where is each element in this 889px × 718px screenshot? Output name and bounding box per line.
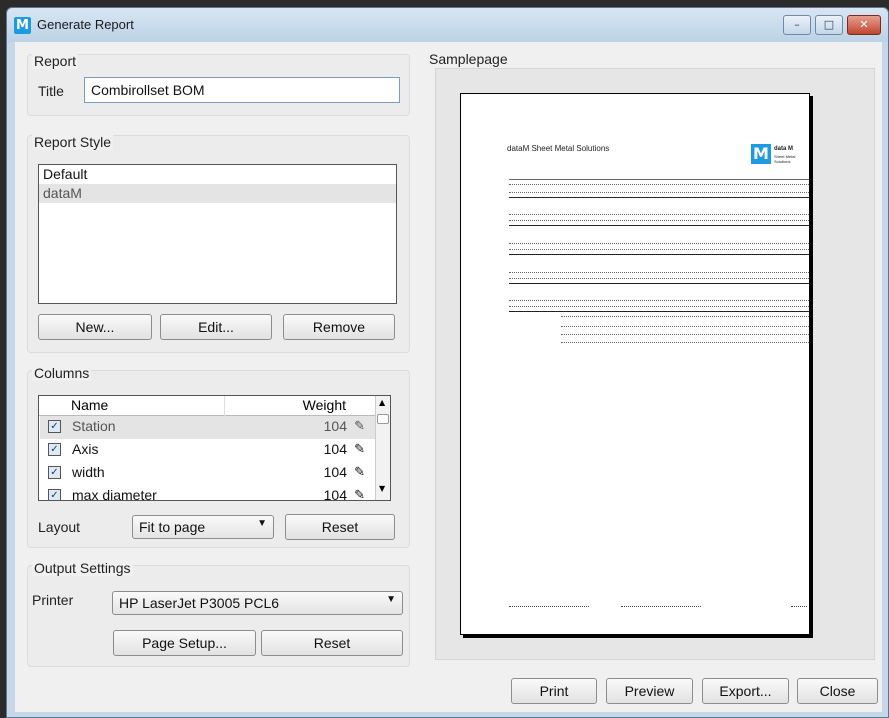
sample-row — [509, 184, 809, 188]
dialog-body: Report Title Combirollset BOM Report Sty… — [15, 42, 882, 712]
sample-row — [509, 220, 809, 224]
columns-scrollbar[interactable]: ▲ ▼ — [375, 396, 390, 500]
edit-style-button[interactable]: Edit... — [160, 314, 272, 340]
sample-logo-sub: Sheet Metal Solutions — [774, 154, 796, 164]
export-button[interactable]: Export... — [702, 678, 789, 704]
layout-select[interactable]: Fit to page ▼ — [132, 515, 274, 539]
column-name: Station — [72, 418, 116, 434]
column-checkbox[interactable]: ✓ — [48, 489, 61, 500]
samplepage-title: Samplepage — [429, 51, 508, 67]
column-weight: 104 — [323, 487, 347, 501]
sample-row — [509, 300, 809, 304]
sample-row — [509, 214, 809, 218]
preview-button[interactable]: Preview — [606, 678, 693, 704]
column-weight: 104 — [323, 464, 347, 480]
printer-select[interactable]: HP LaserJet P3005 PCL6 ▼ — [112, 591, 403, 615]
column-name: width — [72, 464, 105, 480]
sample-rule — [509, 283, 809, 284]
print-button[interactable]: Print — [511, 678, 597, 704]
chevron-down-icon: ▼ — [257, 518, 267, 529]
report-group: Report Title Combirollset BOM — [27, 53, 410, 116]
sample-row — [509, 278, 809, 282]
columns-header: Name Weight — [39, 396, 376, 416]
sample-row — [509, 243, 809, 247]
report-style-list[interactable]: Default dataM — [38, 164, 397, 304]
sample-row — [509, 306, 809, 310]
sample-rule — [509, 197, 809, 198]
remove-style-button[interactable]: Remove — [283, 314, 395, 340]
sample-footer-left — [509, 606, 589, 609]
column-row[interactable]: ✓ Axis 104 ✎ — [40, 439, 377, 462]
printer-reset-button[interactable]: Reset — [261, 630, 403, 656]
sample-page-area: dataM Sheet Metal Solutions M data M She… — [435, 68, 875, 660]
edit-pencil-icon[interactable]: ✎ — [354, 441, 365, 457]
layout-reset-button[interactable]: Reset — [285, 514, 395, 540]
sample-logo-icon: M — [751, 144, 771, 164]
column-name: Axis — [72, 441, 99, 457]
output-settings-group: Output Settings Printer HP LaserJet P300… — [27, 560, 410, 667]
sample-row — [561, 316, 809, 320]
printer-label: Printer — [32, 592, 74, 608]
title-input[interactable]: Combirollset BOM — [84, 77, 400, 103]
app-logo-icon: M — [14, 17, 31, 34]
sample-logo-text: data M — [774, 146, 794, 152]
sample-header-rule — [509, 179, 809, 180]
new-style-button[interactable]: New... — [38, 314, 152, 340]
title-bar[interactable]: M Generate Report – □ ✕ — [7, 8, 888, 42]
column-checkbox[interactable]: ✓ — [48, 466, 61, 479]
title-label: Title — [38, 83, 64, 99]
scroll-down-icon[interactable]: ▼ — [379, 484, 385, 493]
close-window-button[interactable]: ✕ — [847, 15, 881, 35]
sample-row — [561, 334, 809, 338]
sample-row — [509, 272, 809, 276]
columns-table[interactable]: Name Weight ✓ Station 104 ✎ ✓ Axis 104 ✎ — [38, 395, 391, 501]
report-style-title: Report Style — [32, 134, 114, 150]
sample-rule — [509, 311, 809, 312]
sample-rule — [509, 254, 809, 255]
columns-group: Columns Name Weight ✓ Station 104 ✎ ✓ Ax… — [27, 365, 410, 548]
header-weight[interactable]: Weight — [303, 397, 346, 413]
layout-select-value: Fit to page — [139, 519, 206, 535]
sample-row — [561, 326, 809, 330]
column-weight: 104 — [323, 418, 347, 434]
printer-select-value: HP LaserJet P3005 PCL6 — [119, 595, 280, 611]
sample-heading: dataM Sheet Metal Solutions — [507, 144, 610, 153]
edit-pencil-icon[interactable]: ✎ — [354, 418, 365, 434]
column-name: max diameter — [72, 487, 157, 501]
column-row[interactable]: ✓ width 104 ✎ — [40, 462, 377, 485]
sample-footer-right — [791, 606, 807, 609]
column-checkbox[interactable]: ✓ — [48, 420, 61, 433]
sample-page: dataM Sheet Metal Solutions M data M She… — [460, 93, 810, 635]
report-group-title: Report — [32, 53, 79, 69]
edit-pencil-icon[interactable]: ✎ — [354, 487, 365, 500]
report-style-group: Report Style Default dataM New... Edit..… — [27, 134, 410, 353]
scroll-up-icon[interactable]: ▲ — [379, 398, 385, 407]
page-setup-button[interactable]: Page Setup... — [113, 630, 256, 656]
chevron-down-icon: ▼ — [386, 594, 396, 605]
column-row[interactable]: ✓ Station 104 ✎ — [40, 416, 377, 439]
maximize-button[interactable]: □ — [815, 15, 843, 35]
sample-row — [509, 192, 809, 196]
layout-label: Layout — [38, 519, 81, 535]
column-checkbox[interactable]: ✓ — [48, 443, 61, 456]
sample-row — [509, 249, 809, 253]
sample-rule — [509, 225, 809, 226]
column-row[interactable]: ✓ max diameter 104 ✎ — [40, 485, 377, 501]
style-item-default[interactable]: Default — [39, 165, 396, 184]
close-button[interactable]: Close — [797, 678, 878, 704]
sample-row — [561, 342, 809, 346]
header-name[interactable]: Name — [71, 397, 108, 413]
column-weight: 104 — [323, 441, 347, 457]
style-item-datam[interactable]: dataM — [39, 184, 396, 203]
window-title: Generate Report — [37, 17, 134, 32]
generate-report-window: M Generate Report – □ ✕ Report Title Com… — [6, 7, 889, 718]
sample-footer-center — [621, 606, 701, 609]
edit-pencil-icon[interactable]: ✎ — [354, 464, 365, 480]
scroll-thumb[interactable] — [377, 414, 389, 424]
columns-group-title: Columns — [32, 365, 92, 381]
minimize-button[interactable]: – — [783, 15, 811, 35]
output-settings-title: Output Settings — [32, 560, 133, 576]
